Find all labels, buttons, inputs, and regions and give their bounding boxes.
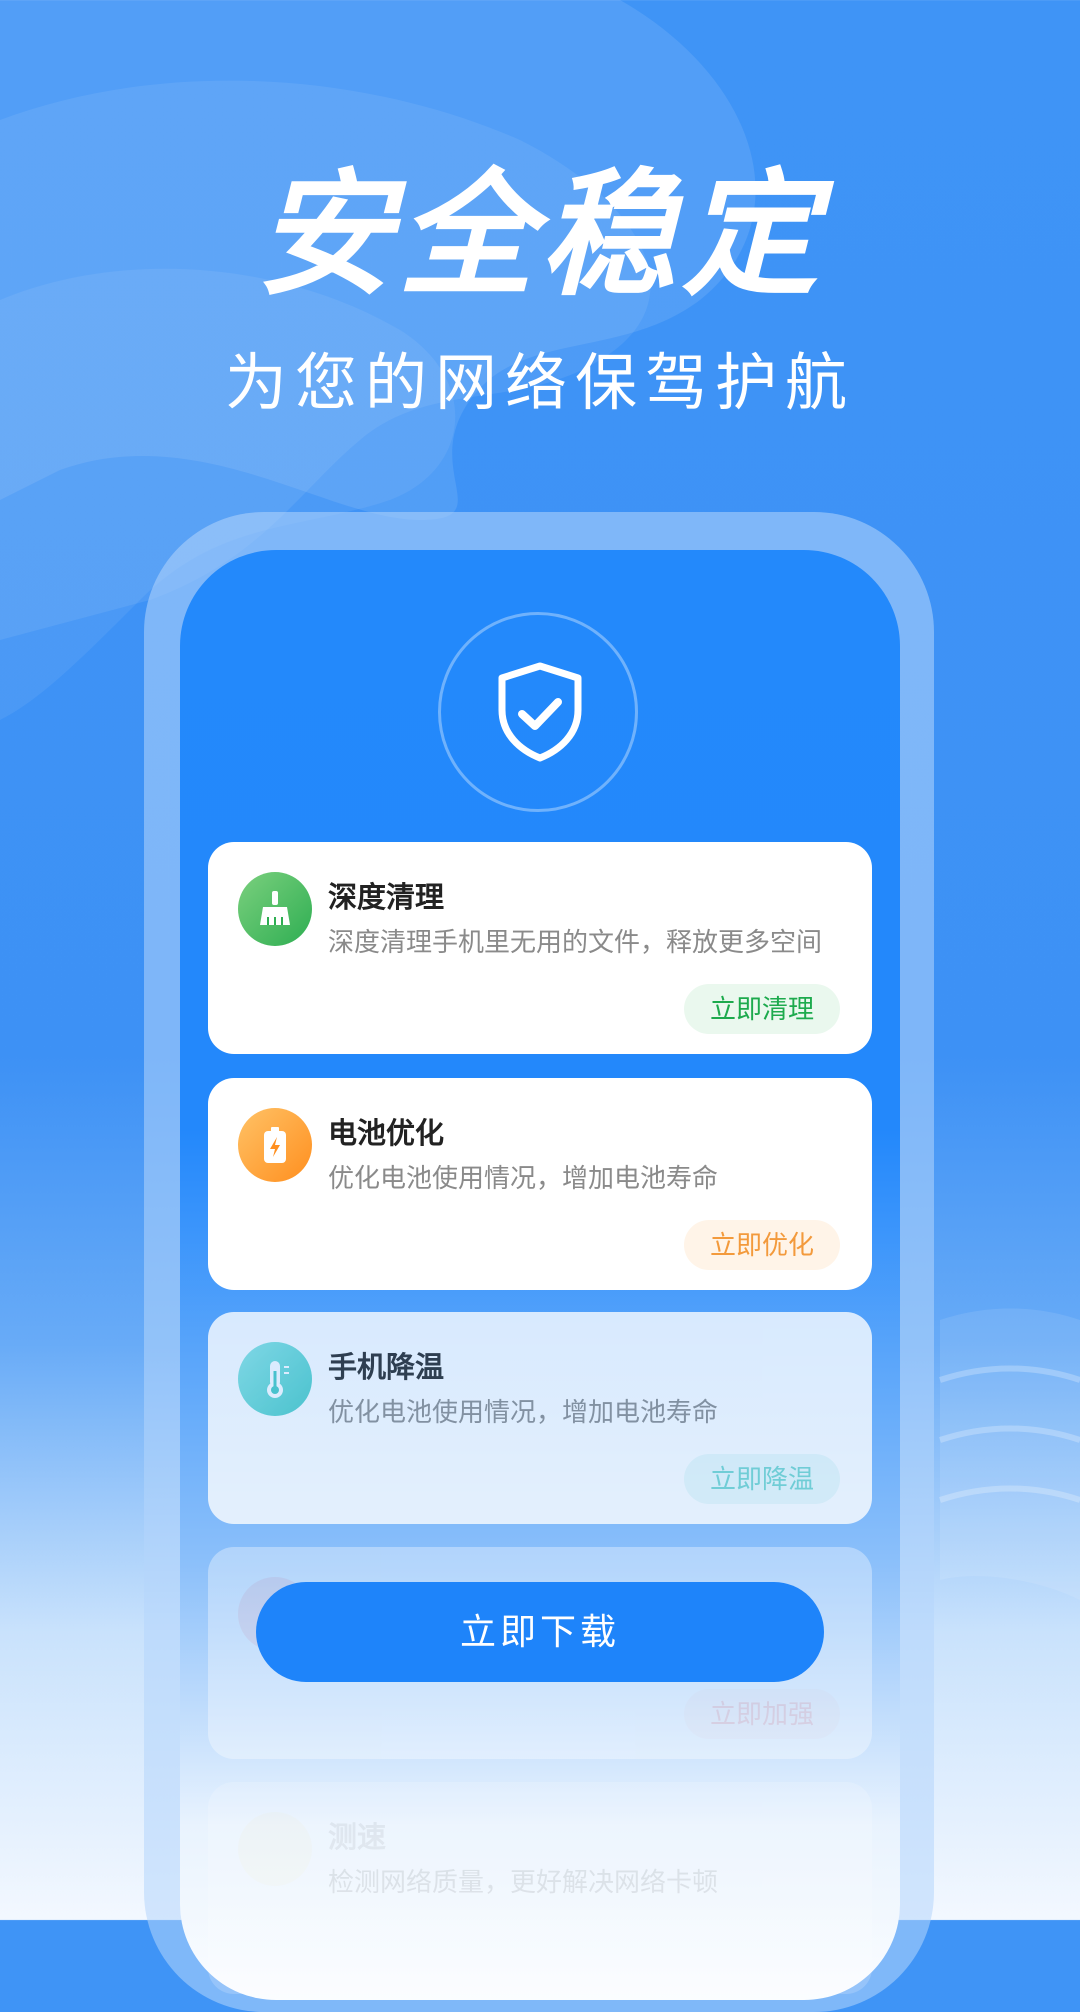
card-description: 优化电池使用情况，增加电池寿命 bbox=[328, 1164, 719, 1194]
card-cooling: 手机降温 优化电池使用情况，增加电池寿命 立即降温 bbox=[208, 1312, 872, 1524]
download-button[interactable]: 立即下载 bbox=[256, 1582, 824, 1682]
card-battery: 电池优化 优化电池使用情况，增加电池寿命 立即优化 bbox=[208, 1078, 872, 1290]
page-title: 安全稳定 bbox=[256, 157, 824, 315]
card-description: 优化电池使用情况，增加电池寿命 bbox=[328, 1398, 719, 1428]
battery-icon bbox=[238, 1108, 312, 1182]
card-description: 深度清理手机里无用的文件，释放更多空间 bbox=[328, 928, 823, 958]
cool-now-button[interactable]: 立即降温 bbox=[683, 1454, 840, 1504]
speed-icon bbox=[238, 1812, 312, 1886]
page-subtitle: 为您的网络保驾护航 bbox=[224, 346, 855, 419]
card-title: 深度清理 bbox=[328, 880, 445, 914]
broom-icon bbox=[238, 872, 312, 946]
card-description: 检测网络质量，更好解决网络卡顿 bbox=[328, 1868, 719, 1898]
optimize-now-button[interactable]: 立即优化 bbox=[683, 1220, 840, 1270]
card-title: 电池优化 bbox=[328, 1116, 445, 1150]
shield-check-icon bbox=[498, 662, 582, 762]
boost-now-button[interactable]: 立即加强 bbox=[683, 1689, 840, 1739]
thermometer-icon bbox=[238, 1342, 312, 1416]
card-title: 手机降温 bbox=[328, 1350, 445, 1384]
card-speed-test: 测速 检测网络质量，更好解决网络卡顿 bbox=[208, 1782, 872, 1994]
card-deep-clean: 深度清理 深度清理手机里无用的文件，释放更多空间 立即清理 bbox=[208, 842, 872, 1054]
card-title: 测速 bbox=[328, 1820, 387, 1854]
clean-now-button[interactable]: 立即清理 bbox=[683, 984, 840, 1034]
